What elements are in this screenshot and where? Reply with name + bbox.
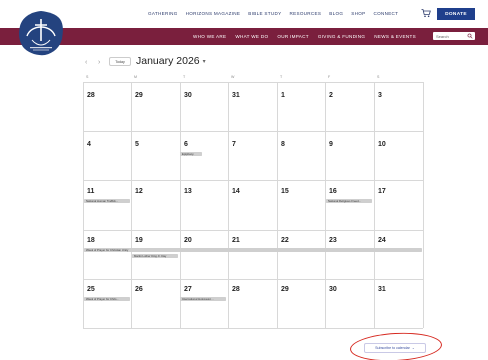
next-month-button[interactable]: › (98, 59, 100, 66)
donate-button[interactable]: DONATE (437, 8, 475, 20)
weekday-header: T (280, 75, 283, 79)
day-number[interactable]: 17 (378, 188, 386, 195)
search-icon[interactable] (467, 33, 473, 39)
day-number[interactable]: 28 (87, 92, 95, 99)
event-week-of-prayer-continued[interactable]: Week of Prayer for Chris... (84, 297, 130, 301)
day-number[interactable]: 9 (329, 141, 333, 148)
grid-divider (325, 82, 326, 328)
grid-divider (83, 230, 423, 231)
calendar-grid (83, 82, 423, 328)
day-number[interactable]: 10 (378, 141, 386, 148)
day-number[interactable]: 25 (87, 286, 95, 293)
logo-seal[interactable] (18, 10, 64, 56)
weekday-header: W (231, 75, 235, 79)
day-number[interactable]: 13 (184, 188, 192, 195)
previous-month-button[interactable]: ‹ (85, 59, 87, 66)
event-national-religious-freedom[interactable]: National Religious Freed... (326, 199, 372, 203)
nav-what-we-do[interactable]: WHAT WE DO (235, 34, 268, 39)
main-nav-links: WHO WE ARE WHAT WE DO OUR IMPACT GIVING … (193, 34, 416, 39)
day-number[interactable]: 27 (184, 286, 192, 293)
nav-blog[interactable]: BLOG (329, 11, 343, 16)
nav-horizons-magazine[interactable]: HORIZONS MAGAZINE (186, 11, 241, 16)
event-mlk-day[interactable]: Martin Luther King Jr. Day (132, 254, 178, 258)
day-number[interactable]: 20 (184, 237, 192, 244)
nav-connect[interactable]: CONNECT (373, 11, 398, 16)
event-epiphany[interactable]: Epiphany (180, 152, 202, 156)
day-number[interactable]: 8 (281, 141, 285, 148)
day-number[interactable]: 18 (87, 237, 95, 244)
day-number[interactable]: 30 (329, 286, 337, 293)
nav-giving-funding[interactable]: GIVING & FUNDING (318, 34, 365, 39)
event-holocaust-remembrance[interactable]: International Holocaust ... (180, 297, 226, 301)
grid-divider (277, 82, 278, 328)
day-number[interactable]: 12 (135, 188, 143, 195)
day-number[interactable]: 6 (184, 141, 188, 148)
today-button[interactable]: Today (109, 57, 131, 66)
day-number[interactable]: 19 (135, 237, 143, 244)
day-number[interactable]: 29 (281, 286, 289, 293)
search-input[interactable]: Search (433, 32, 475, 40)
grid-divider (228, 82, 229, 328)
day-number[interactable]: 11 (87, 188, 94, 195)
nav-gathering[interactable]: GATHERING (148, 11, 178, 16)
day-number[interactable]: 31 (232, 92, 240, 99)
weekday-header: S (377, 75, 380, 79)
nav-shop[interactable]: SHOP (351, 11, 365, 16)
nav-our-impact[interactable]: OUR IMPACT (277, 34, 309, 39)
day-number[interactable]: 14 (232, 188, 240, 195)
nav-who-we-are[interactable]: WHO WE ARE (193, 34, 226, 39)
day-number[interactable]: 31 (378, 286, 386, 293)
day-number[interactable]: 3 (378, 92, 382, 99)
day-number[interactable]: 21 (232, 237, 240, 244)
grid-divider (83, 131, 423, 132)
chevron-down-icon: ▾ (202, 58, 206, 65)
month-selector[interactable]: January 2026 ▾ (136, 55, 206, 67)
grid-divider (131, 82, 132, 328)
grid-divider (374, 82, 375, 328)
day-number[interactable]: 7 (232, 141, 236, 148)
top-nav-links: GATHERING HORIZONS MAGAZINE BIBLE STUDY … (148, 11, 398, 16)
day-number[interactable]: 15 (281, 188, 289, 195)
month-label: January 2026 (136, 55, 200, 67)
top-navigation: GATHERING HORIZONS MAGAZINE BIBLE STUDY … (0, 0, 488, 28)
event-national-human-trafficking[interactable]: National Human Traffick... (84, 199, 130, 203)
nav-bible-study[interactable]: BIBLE STUDY (248, 11, 281, 16)
day-number[interactable]: 5 (135, 141, 139, 148)
main-navigation: WHO WE ARE WHAT WE DO OUR IMPACT GIVING … (0, 28, 488, 45)
weekday-header: T (183, 75, 186, 79)
day-number[interactable]: 1 (281, 92, 285, 99)
nav-resources[interactable]: RESOURCES (289, 11, 321, 16)
day-number[interactable]: 28 (232, 286, 240, 293)
grid-divider (180, 82, 181, 328)
day-number[interactable]: 24 (378, 237, 386, 244)
day-number[interactable]: 26 (135, 286, 143, 293)
day-number[interactable]: 16 (329, 188, 337, 195)
weekday-header: F (328, 75, 331, 79)
day-number[interactable]: 22 (281, 237, 289, 244)
day-number[interactable]: 29 (135, 92, 143, 99)
day-number[interactable]: 23 (329, 237, 337, 244)
weekday-header: M (134, 75, 137, 79)
annotation-circle (349, 330, 443, 360)
search-placeholder: Search (436, 33, 449, 39)
event-week-of-prayer[interactable]: Week of Prayer for Christian Unity (84, 248, 422, 252)
day-number[interactable]: 2 (329, 92, 333, 99)
cart-icon[interactable] (421, 8, 431, 18)
grid-divider (83, 279, 423, 280)
grid-divider (423, 82, 424, 328)
grid-divider (83, 328, 423, 329)
nav-news-events[interactable]: NEWS & EVENTS (374, 34, 416, 39)
weekday-header: S (86, 75, 89, 79)
grid-divider (83, 180, 423, 181)
day-number[interactable]: 30 (184, 92, 192, 99)
day-number[interactable]: 4 (87, 141, 91, 148)
